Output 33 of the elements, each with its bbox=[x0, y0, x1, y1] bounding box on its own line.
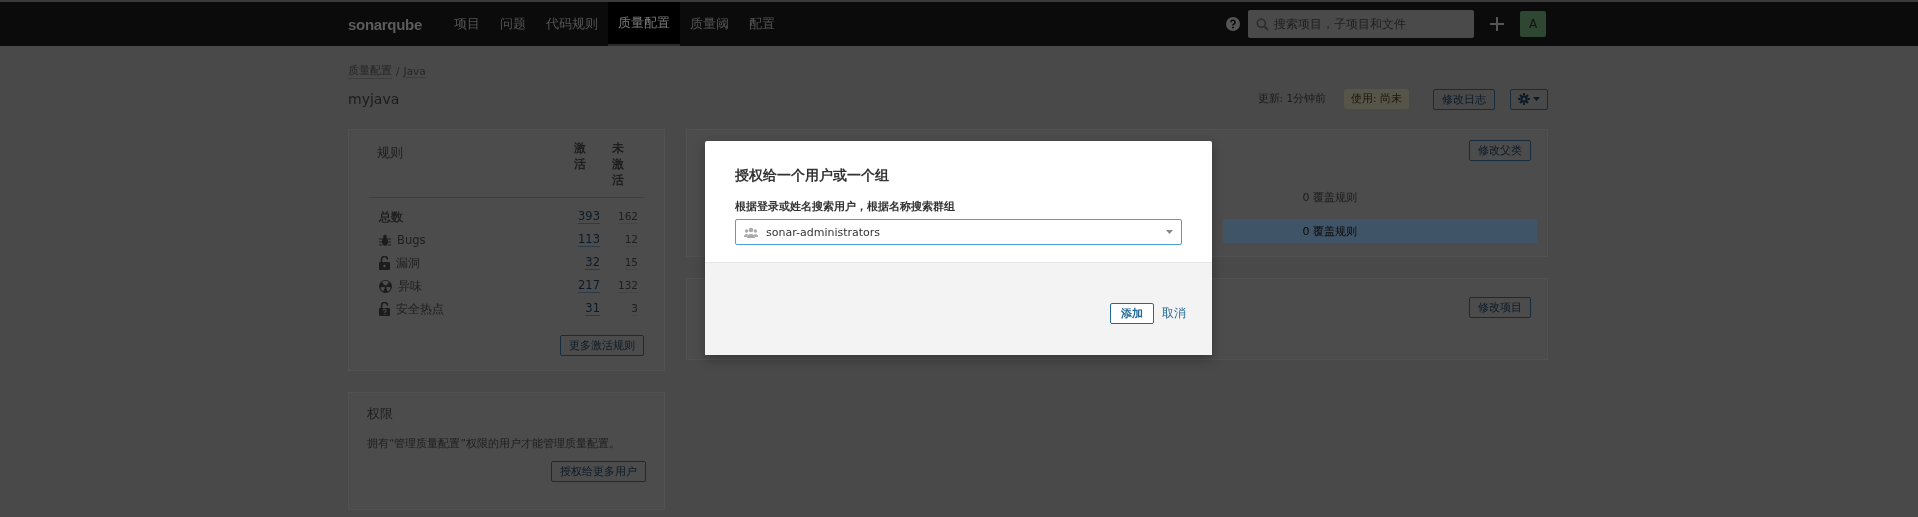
add-icon[interactable] bbox=[1490, 17, 1504, 31]
settings-dropdown-button[interactable] bbox=[1510, 88, 1548, 110]
active-count-link[interactable]: 217 bbox=[578, 278, 600, 294]
overridden-rules-count: 0 覆盖规则 bbox=[1223, 219, 1537, 243]
nav-item[interactable]: 质量阈 bbox=[680, 2, 739, 46]
breadcrumb-separator: / bbox=[396, 65, 400, 77]
gear-icon bbox=[1518, 93, 1530, 105]
usage-badge: 使用: 尚未 bbox=[1344, 89, 1409, 109]
nav-item[interactable]: 代码规则 bbox=[536, 2, 608, 46]
active-count-link[interactable]: 113 bbox=[578, 232, 600, 248]
dialog-title: 授权给一个用户或一个组 bbox=[735, 167, 890, 185]
nav-item[interactable]: 项目 bbox=[444, 2, 490, 46]
nav-item[interactable]: 问题 bbox=[490, 2, 536, 46]
search-icon bbox=[1256, 18, 1269, 31]
field-label: 根据登录或姓名搜索用户，根据名称搜索群组 bbox=[735, 199, 956, 214]
unlocked-padlock-icon bbox=[379, 256, 390, 271]
bug-icon bbox=[379, 233, 391, 247]
padlock-question-icon bbox=[379, 302, 390, 317]
radiation-icon bbox=[379, 279, 392, 293]
active-count-link[interactable]: 393 bbox=[578, 209, 600, 225]
change-parent-button[interactable]: 修改父类 bbox=[1469, 140, 1531, 161]
caret-icon bbox=[1166, 230, 1173, 234]
active-count-link[interactable]: 31 bbox=[585, 301, 600, 317]
caret-icon bbox=[1533, 97, 1540, 101]
active-count-link[interactable]: 32 bbox=[585, 255, 600, 271]
add-button[interactable]: 添加 bbox=[1110, 302, 1154, 324]
help-icon[interactable] bbox=[1226, 17, 1240, 31]
cancel-link[interactable]: 取消 bbox=[1162, 305, 1186, 321]
user-group-select[interactable]: sonar-administrators bbox=[735, 219, 1182, 245]
nav-item[interactable]: 质量配置 bbox=[608, 2, 680, 46]
logo[interactable]: sonarqube bbox=[348, 2, 422, 46]
nav-item[interactable]: 配置 bbox=[739, 2, 785, 46]
group-icon bbox=[744, 226, 758, 238]
